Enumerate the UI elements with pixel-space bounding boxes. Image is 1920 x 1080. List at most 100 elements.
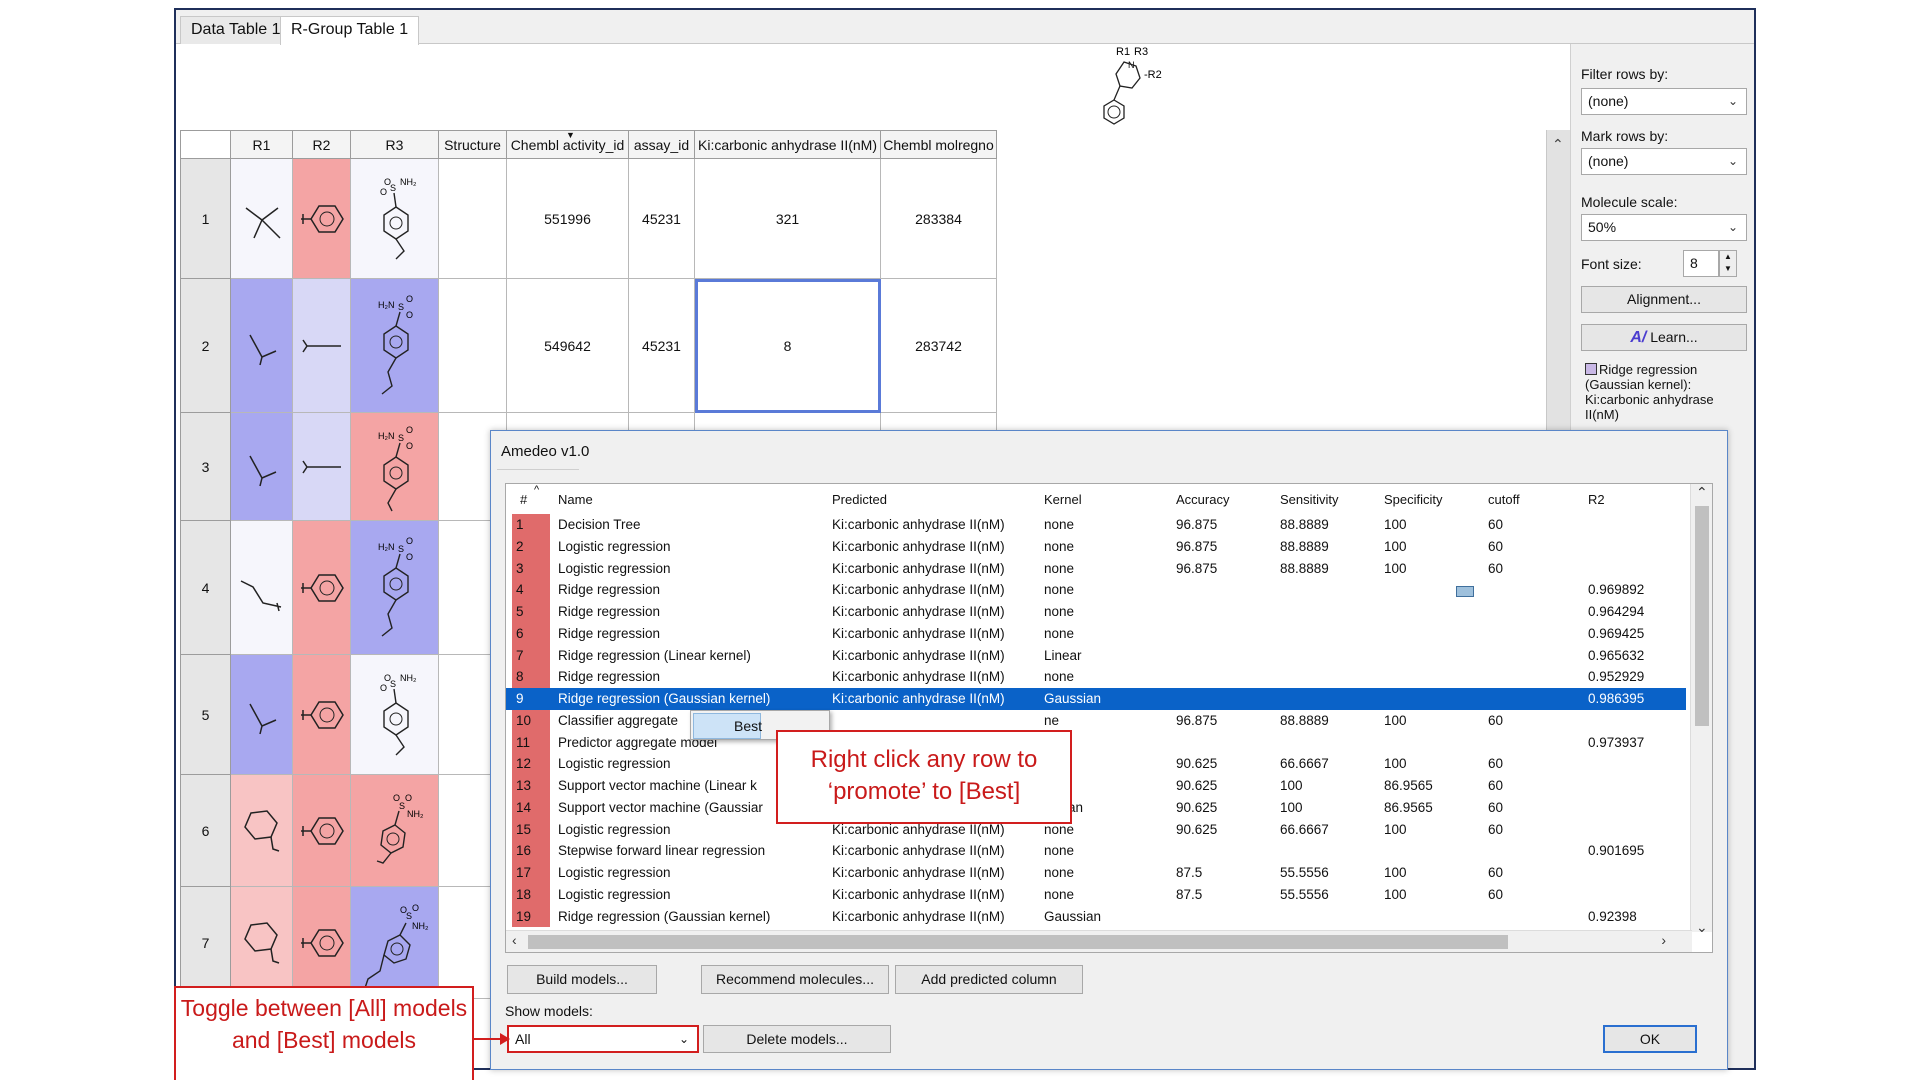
- filter-rows-select[interactable]: (none) ⌄: [1581, 88, 1747, 115]
- model-row[interactable]: 15 Logistic regression Ki:carbonic anhydra…: [506, 818, 1686, 841]
- scroll-down-icon[interactable]: ⌄: [1696, 919, 1708, 936]
- structure-cell[interactable]: [438, 158, 507, 279]
- column-header-ki[interactable]: Ki:carbonic anhydrase II(nM): [694, 130, 881, 159]
- list-horizontal-scrollbar[interactable]: ‹ ›: [506, 930, 1692, 952]
- molregno-cell[interactable]: 283384: [880, 158, 997, 279]
- r1-cell[interactable]: [230, 520, 293, 655]
- r3-cell[interactable]: O S NH₂ O: [350, 158, 439, 279]
- row-header[interactable]: 2: [180, 278, 231, 413]
- r2-cell[interactable]: [292, 278, 351, 413]
- column-header-r3[interactable]: R3: [350, 130, 439, 159]
- model-row[interactable]: 19 Ridge regression (Gaussian kernel) Ki:c…: [506, 905, 1686, 928]
- tab-r-group-table-1[interactable]: R-Group Table 1: [280, 16, 420, 45]
- model-row[interactable]: 6 Ridge regression Ki:carbonic anhydrase I…: [506, 622, 1686, 645]
- assay-id-cell[interactable]: 45231: [628, 158, 695, 279]
- r1-cell[interactable]: [230, 886, 293, 999]
- model-row[interactable]: 12Logistic regressionne90.62566.66671006…: [506, 753, 1686, 775]
- r3-cell[interactable]: H₂N S O O: [350, 520, 439, 655]
- col-header-name[interactable]: Name: [558, 492, 593, 507]
- model-row[interactable]: 2 Logistic regression Ki:carbonic anhydras…: [506, 535, 1686, 558]
- col-header-sensitivity[interactable]: Sensitivity: [1280, 492, 1339, 507]
- table-row[interactable]: 2 H₂N S O O 549642 45231 8 283742: [180, 278, 997, 413]
- r3-cell[interactable]: O S O NH₂: [350, 774, 439, 887]
- alignment-button[interactable]: Alignment...: [1581, 286, 1747, 313]
- col-header-accuracy[interactable]: Accuracy: [1176, 492, 1229, 507]
- r2-cell[interactable]: [292, 774, 351, 887]
- model-row[interactable]: 13Support vector machine (Linear kear90.…: [506, 775, 1686, 797]
- model-row[interactable]: 16 Stepwise forward linear regression Ki:c…: [506, 840, 1686, 862]
- ki-cell[interactable]: 321: [694, 158, 881, 279]
- row-header[interactable]: 6: [180, 774, 231, 887]
- recommend-molecules-button[interactable]: Recommend molecules...: [701, 965, 889, 994]
- menu-item-best[interactable]: Best: [693, 713, 762, 739]
- molecule-scale-select[interactable]: 50% ⌄: [1581, 214, 1747, 241]
- scroll-right-icon[interactable]: ›: [1661, 932, 1666, 948]
- r2-cell[interactable]: [292, 654, 351, 775]
- model-row[interactable]: 4 Ridge regression Ki:carbonic anhydrase I…: [506, 579, 1686, 601]
- scroll-left-icon[interactable]: ‹: [512, 932, 517, 948]
- table-row[interactable]: 1 O S NH₂ O 551996 45231 321 283384: [180, 158, 997, 279]
- delete-models-button[interactable]: Delete models...: [703, 1025, 891, 1053]
- r2-cell[interactable]: [292, 412, 351, 521]
- model-row[interactable]: 8 Ridge regression Ki:carbonic anhydrase I…: [506, 666, 1686, 688]
- r2-cell[interactable]: [292, 886, 351, 999]
- list-vertical-scrollbar[interactable]: ⌃ ⌄: [1690, 484, 1712, 935]
- column-header-assay-id[interactable]: assay_id: [628, 130, 695, 159]
- column-header-r1[interactable]: R1: [230, 130, 293, 159]
- r1-cell[interactable]: [230, 412, 293, 521]
- ki-cell-selected[interactable]: 8: [694, 278, 881, 413]
- col-header-r2[interactable]: R2: [1588, 492, 1605, 507]
- column-header-r2[interactable]: R2: [292, 130, 351, 159]
- col-header-specificity[interactable]: Specificity: [1384, 492, 1443, 507]
- tab-data-table-1[interactable]: Data Table 1: [180, 16, 292, 44]
- r1-cell[interactable]: [230, 158, 293, 279]
- r1-cell[interactable]: [230, 654, 293, 775]
- model-row[interactable]: 10 Classifier aggregate ne 96.875 88.8889 100…: [506, 709, 1686, 732]
- model-row[interactable]: 5 Ridge regression Ki:carbonic anhydrase I…: [506, 601, 1686, 623]
- corner-header[interactable]: [180, 130, 231, 159]
- model-row-selected[interactable]: 9 Ridge regression (Gaussian kernel) Ki:ca…: [506, 688, 1686, 710]
- r3-cell[interactable]: O S O NH₂: [350, 886, 439, 999]
- mark-rows-select[interactable]: (none) ⌄: [1581, 148, 1747, 175]
- col-header-predicted[interactable]: Predicted: [832, 492, 887, 507]
- molregno-cell[interactable]: 283742: [880, 278, 997, 413]
- build-models-button[interactable]: Build models...: [507, 965, 657, 994]
- column-header-structure[interactable]: Structure: [438, 130, 507, 159]
- learn-button[interactable]: A/ Learn...: [1581, 324, 1747, 351]
- structure-cell[interactable]: [438, 278, 507, 413]
- show-models-select[interactable]: All ⌄: [507, 1025, 699, 1053]
- col-header-num[interactable]: #: [520, 492, 527, 507]
- activity-id-cell[interactable]: 549642: [506, 278, 629, 413]
- scroll-up-icon[interactable]: ⌃: [1696, 484, 1708, 501]
- model-row[interactable]: 1 Decision Tree Ki:carbonic anhydrase II(n…: [506, 514, 1686, 536]
- assay-id-cell[interactable]: 45231: [628, 278, 695, 413]
- model-row[interactable]: 14Support vector machine (Gaussiarussian…: [506, 796, 1686, 819]
- row-header[interactable]: 5: [180, 654, 231, 775]
- font-size-input[interactable]: 8: [1683, 250, 1719, 277]
- r1-cell[interactable]: [230, 278, 293, 413]
- scroll-thumb[interactable]: [1695, 506, 1709, 726]
- row-header[interactable]: 4: [180, 520, 231, 655]
- row-header[interactable]: 3: [180, 412, 231, 521]
- col-header-cutoff[interactable]: cutoff: [1488, 492, 1520, 507]
- font-size-stepper[interactable]: ▲ ▼: [1719, 250, 1737, 277]
- r2-cell[interactable]: [292, 520, 351, 655]
- row-header[interactable]: 7: [180, 886, 231, 999]
- r3-cell[interactable]: O S NH₂ O: [350, 654, 439, 775]
- r3-cell[interactable]: H₂N S O O: [350, 412, 439, 521]
- r1-cell[interactable]: [230, 774, 293, 887]
- model-row[interactable]: 3 Logistic regression Ki:carbonic anhydras…: [506, 557, 1686, 580]
- table-vertical-scrollbar[interactable]: ⌃: [1546, 130, 1570, 440]
- model-row[interactable]: 18 Logistic regression Ki:carbonic anhydra…: [506, 883, 1686, 906]
- r2-cell[interactable]: [292, 158, 351, 279]
- add-predicted-column-button[interactable]: Add predicted column: [895, 965, 1083, 994]
- ok-button[interactable]: OK: [1603, 1025, 1697, 1053]
- model-row[interactable]: 11Predictor aggregate modelne0.973937: [506, 731, 1686, 754]
- model-row[interactable]: 17 Logistic regression Ki:carbonic anhydra…: [506, 862, 1686, 884]
- column-header-molregno[interactable]: Chembl molregno: [880, 130, 997, 159]
- scroll-up-icon[interactable]: ⌃: [1552, 136, 1564, 153]
- r3-cell[interactable]: H₂N S O O: [350, 278, 439, 413]
- row-header[interactable]: 1: [180, 158, 231, 279]
- model-row[interactable]: 7 Ridge regression (Linear kernel) Ki:carb…: [506, 644, 1686, 667]
- activity-id-cell[interactable]: 551996: [506, 158, 629, 279]
